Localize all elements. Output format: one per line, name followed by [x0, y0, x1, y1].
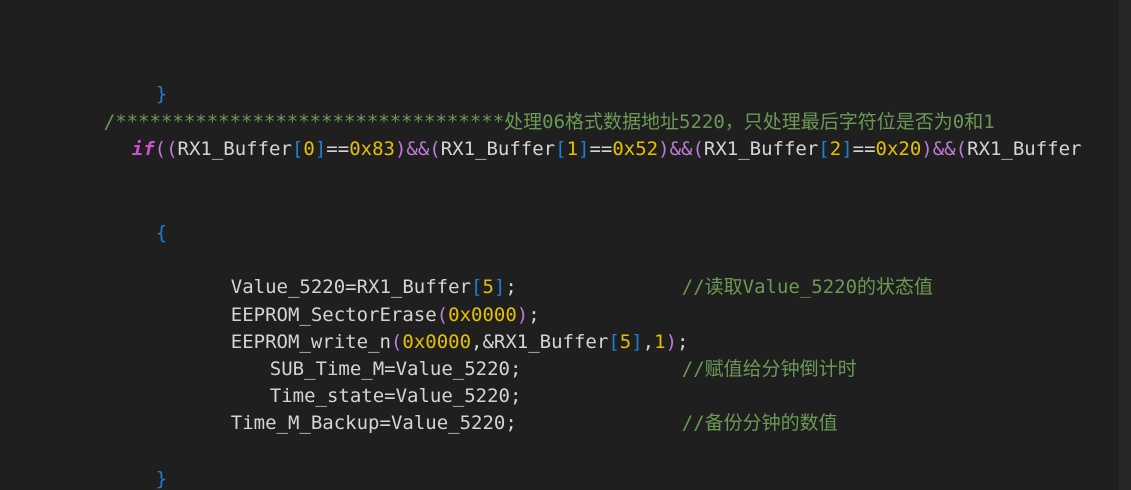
code-comment-countdown: //赋值给分钟倒计时: [636, 330, 857, 380]
equality-operator: ==: [589, 138, 613, 160]
logical-and: )&&(: [394, 138, 441, 160]
logical-and: )&&(: [658, 138, 704, 160]
close-bracket: ]: [578, 138, 590, 160]
open-bracket: [: [608, 331, 620, 353]
code-line-sector-erase: EEPROM_SectorErase(0x0000);: [185, 276, 540, 326]
index-literal: 1: [566, 138, 579, 160]
open-paren: ((: [154, 138, 178, 160]
open-bracket: [: [818, 138, 830, 160]
closing-brace: }: [155, 468, 168, 490]
line-comment: //赋值给分钟倒计时: [681, 358, 857, 380]
index-literal: 5: [619, 331, 632, 353]
open-bracket: [: [291, 138, 304, 160]
code-line-time-state-assign: Time_state=Value_5220;: [224, 357, 522, 407]
identifier: Value_5220: [390, 412, 506, 434]
hex-literal: 0x83: [349, 138, 395, 160]
vertical-scrollbar[interactable]: [1119, 0, 1131, 490]
close-bracket: ]: [314, 138, 327, 160]
code-comment-backup: //备份分钟的数值: [636, 384, 838, 434]
code-line-value-assign: Value_5220=RX1_Buffer[5];: [185, 248, 517, 298]
code-line-closing-brace-bottom: }: [110, 440, 167, 490]
close-bracket: ]: [841, 138, 853, 160]
equality-operator: ==: [326, 138, 350, 160]
code-line-opening-brace: {: [110, 194, 167, 244]
hex-literal: 0x52: [612, 138, 659, 160]
code-editor[interactable]: } /**********************************处理0…: [0, 0, 1131, 490]
line-comment: //读取Value_5220的状态值: [681, 276, 934, 298]
code-comment-read-value: //读取Value_5220的状态值: [636, 248, 933, 298]
logical-and: )&&(: [921, 138, 968, 160]
identifier: RX1_Buffer: [703, 138, 819, 160]
hex-literal: 0x20: [875, 138, 922, 160]
code-line-comment-banner: /**********************************处理06格…: [58, 83, 995, 133]
line-comment: //备份分钟的数值: [681, 412, 838, 434]
semicolon: ;: [505, 412, 517, 434]
index-literal: 0: [303, 138, 315, 160]
open-bracket: [: [555, 138, 567, 160]
identifier: RX1_Buffer: [440, 138, 556, 160]
equality-operator: ==: [852, 138, 876, 160]
code-line-sub-time-assign: SUB_Time_M=Value_5220;: [224, 330, 522, 380]
opening-brace: {: [155, 222, 168, 244]
code-line-if-condition: if((RX1_Buffer[0]==0x83)&&(RX1_Buffer[1]…: [86, 110, 1082, 160]
index-literal: 2: [829, 138, 842, 160]
code-line-eeprom-write: EEPROM_write_n(0x0000,&RX1_Buffer[5],1);: [185, 303, 689, 353]
identifier: Time_M_Backup: [230, 412, 380, 434]
code-line-closing-brace-top: }: [110, 55, 167, 105]
identifier: RX1_Buffer: [177, 138, 292, 160]
assign-operator: =: [379, 412, 391, 434]
identifier: RX1_Buffer: [967, 138, 1082, 160]
code-line-backup-assign: Time_M_Backup=Value_5220;: [185, 384, 517, 434]
keyword-if: if: [131, 138, 155, 160]
